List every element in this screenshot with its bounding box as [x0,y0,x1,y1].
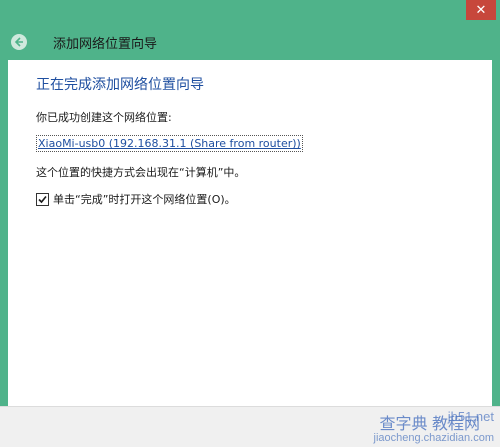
wizard-title: 添加网络位置向导 [53,36,158,52]
close-icon: ✕ [475,2,487,18]
network-location-link[interactable]: XiaoMi-usb0 (192.168.31.1 (Share from ro… [36,135,303,152]
created-text: 你已成功创建这个网络位置: [36,111,172,124]
checkmark-icon [38,195,47,203]
wizard-content: 正在完成添加网络位置向导 你已成功创建这个网络位置: XiaoMi-usb0 (… [8,60,492,406]
shortcut-info-text: 这个位置的快捷方式会出现在“计算机”中。 [36,166,246,179]
watermark-logo-text: 查字典 教程网 [379,416,480,433]
open-location-label: 单击“完成”时打开这个网络位置(O)。 [53,193,236,206]
wizard-footer: jb51.net 查字典 教程网 jiaocheng.chazidian.com [0,406,500,447]
watermark-url: jiaocheng.chazidian.com [373,432,494,444]
page-heading: 正在完成添加网络位置向导 [36,77,204,93]
back-arrow-icon [14,37,23,47]
wizard-window: ✕ 添加网络位置向导 正在完成添加网络位置向导 你已成功创建这个网络位置: Xi… [0,0,500,447]
open-location-checkbox[interactable] [36,192,49,206]
wizard-header: 添加网络位置向导 [0,24,500,60]
open-location-option[interactable]: 单击“完成”时打开这个网络位置(O)。 [36,191,236,207]
close-button[interactable]: ✕ [466,0,496,20]
back-button[interactable] [11,34,27,50]
title-bar: ✕ [0,0,500,24]
